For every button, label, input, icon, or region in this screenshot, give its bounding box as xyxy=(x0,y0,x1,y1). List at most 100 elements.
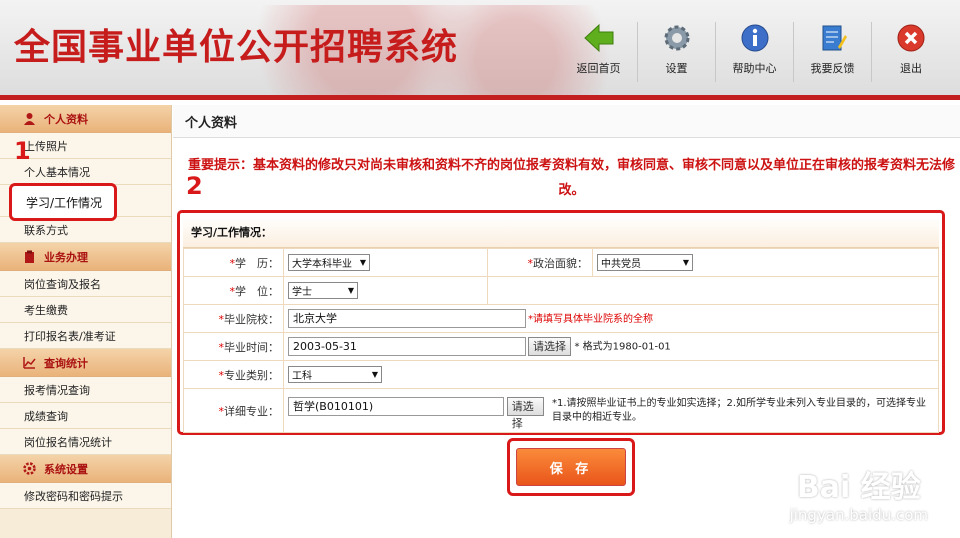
help-center-button[interactable]: 帮助中心 xyxy=(716,22,794,82)
feedback-icon xyxy=(817,22,849,54)
chevron-down-icon: ▼ xyxy=(371,370,378,379)
help-label: 帮助中心 xyxy=(732,62,777,75)
major-choose-button[interactable]: 请选择 xyxy=(506,396,544,430)
major-row: 哲学(B010101) 请选择 *1.请按照毕业证书上的专业如实选择；2.如所学… xyxy=(288,396,934,430)
info-icon xyxy=(739,22,771,54)
sidebar-item-label: 联系方式 xyxy=(24,223,68,237)
save-button[interactable]: 保 存 xyxy=(516,448,626,486)
home-button[interactable]: 返回首页 xyxy=(560,22,638,82)
degree-cell: 学士 ▼ xyxy=(283,276,488,305)
sidebar-item-application-query[interactable]: 报考情况查询 xyxy=(0,377,171,403)
table-row: *专业类别： 工科 ▼ xyxy=(183,360,939,389)
settings-button[interactable]: 设置 xyxy=(638,22,716,82)
close-icon xyxy=(895,22,927,54)
major-label: *详细专业： xyxy=(183,388,284,433)
sidebar-item-label: 考生缴费 xyxy=(24,303,68,317)
sidebar-section-business[interactable]: 业务办理 xyxy=(0,243,171,271)
sidebar-item-payment[interactable]: 考生缴费 xyxy=(0,297,171,323)
grad-time-choose-button[interactable]: 请选择 xyxy=(528,337,571,356)
person-icon xyxy=(22,112,36,126)
important-notice: 重要提示：基本资料的修改只对尚未审核和资料不齐的岗位报考资料有效，审核同意、审核… xyxy=(183,153,960,203)
chevron-down-icon: ▼ xyxy=(347,286,354,295)
sidebar-item-label: 岗位报名情况统计 xyxy=(24,435,112,449)
political-select[interactable]: 中共党员 ▼ xyxy=(597,254,693,271)
study-work-form: 学习/工作情况： *学 历： 大学本科毕业 ▼ *政治面貌： 中共党员 ▼ *学 位… xyxy=(177,210,945,435)
annotation-number-2: 2 xyxy=(186,172,203,200)
sidebar-section-system[interactable]: 系统设置 xyxy=(0,455,171,483)
school-cell: 北京大学 *请填写具体毕业院系的全称 xyxy=(283,304,939,333)
header-banner: 全国事业单位公开招聘系统 返回首页 设置 帮助中心 我要反馈 退出 xyxy=(0,0,960,100)
grad-time-label: *毕业时间： xyxy=(183,332,284,361)
top-toolbar: 返回首页 设置 帮助中心 我要反馈 退出 xyxy=(560,22,950,82)
chart-icon xyxy=(22,356,36,370)
logout-button[interactable]: 退出 xyxy=(872,22,950,82)
watermark-line2: jingyan.baidu.com xyxy=(789,506,928,524)
table-row: *详细专业： 哲学(B010101) 请选择 *1.请按照毕业证书上的专业如实选… xyxy=(183,388,939,433)
sidebar-item-label: 学习/工作情况 xyxy=(26,195,103,210)
sidebar-item-label: 个人基本情况 xyxy=(24,165,90,179)
sidebar-item-job-statistics[interactable]: 岗位报名情况统计 xyxy=(0,429,171,455)
save-highlight: 保 存 xyxy=(507,438,635,496)
empty-cell xyxy=(487,276,939,305)
grad-time-hint: * 格式为1980-01-01 xyxy=(574,341,671,353)
sidebar-section-personal[interactable]: 个人资料 xyxy=(0,105,171,133)
back-arrow-icon xyxy=(583,22,615,54)
sidebar-item-print[interactable]: 打印报名表/准考证 xyxy=(0,323,171,349)
table-row: *毕业院校： 北京大学 *请填写具体毕业院系的全称 xyxy=(183,304,939,333)
notice-text: 基本资料的修改只对尚未审核和资料不齐的岗位报考资料有效，审核同意、审核不同意以及… xyxy=(253,158,956,198)
baidu-watermark: Bai 经验 jingyan.baidu.com xyxy=(790,462,928,524)
education-value: 大学本科毕业 xyxy=(292,259,352,270)
page-title: 个人资料 xyxy=(173,105,960,138)
settings-icon xyxy=(22,462,36,476)
settings-label: 设置 xyxy=(665,62,688,75)
education-label: *学 历： xyxy=(183,248,284,277)
sidebar-item-study-work[interactable]: 学习/工作情况 xyxy=(9,183,117,221)
education-cell: 大学本科毕业 ▼ xyxy=(283,248,488,277)
category-select[interactable]: 工科 ▼ xyxy=(288,366,382,383)
degree-value: 学士 xyxy=(292,287,312,298)
sidebar-item-job-search[interactable]: 岗位查询及报名 xyxy=(0,271,171,297)
grad-time-cell: 2003-05-31 请选择 * 格式为1980-01-01 xyxy=(283,332,939,361)
sidebar-section-query[interactable]: 查询统计 xyxy=(0,349,171,377)
degree-label: *学 位： xyxy=(183,276,284,305)
political-label: *政治面貌： xyxy=(487,248,593,277)
major-input[interactable]: 哲学(B010101) xyxy=(288,396,504,416)
political-cell: 中共党员 ▼ xyxy=(592,248,939,277)
political-value: 中共党员 xyxy=(601,259,641,270)
gear-icon xyxy=(661,22,693,54)
feedback-label: 我要反馈 xyxy=(810,62,855,75)
grad-time-input[interactable]: 2003-05-31 xyxy=(288,337,526,356)
category-value: 工科 xyxy=(292,371,312,382)
sidebar-item-label: 修改密码和密码提示 xyxy=(24,489,123,503)
annotation-number-1: 1 xyxy=(14,137,31,165)
chevron-down-icon: ▼ xyxy=(359,258,366,267)
major-hint: *1.请按照毕业证书上的专业如实选择；2.如所学专业未列入专业目录的，可选择专业… xyxy=(551,397,927,423)
sidebar-section-label: 业务办理 xyxy=(44,250,88,264)
sidebar-item-change-password[interactable]: 修改密码和密码提示 xyxy=(0,483,171,509)
category-cell: 工科 ▼ xyxy=(283,360,939,389)
table-row: *毕业时间： 2003-05-31 请选择 * 格式为1980-01-01 xyxy=(183,332,939,361)
school-label: *毕业院校： xyxy=(183,304,284,333)
logout-label: 退出 xyxy=(900,62,922,75)
degree-select[interactable]: 学士 ▼ xyxy=(288,282,358,299)
sidebar-section-label: 系统设置 xyxy=(44,462,88,476)
education-select[interactable]: 大学本科毕业 ▼ xyxy=(288,254,370,271)
form-table: *学 历： 大学本科毕业 ▼ *政治面貌： 中共党员 ▼ *学 位： 学士 ▼ *毕业… xyxy=(183,248,939,433)
school-hint: *请填写具体毕业院系的全称 xyxy=(528,313,653,325)
clipboard-icon xyxy=(22,250,36,264)
sidebar-item-label: 报考情况查询 xyxy=(24,383,90,397)
watermark-line1: Bai 经验 xyxy=(796,470,921,505)
sidebar-section-label: 查询统计 xyxy=(44,356,88,370)
sidebar-item-label: 岗位查询及报名 xyxy=(24,277,101,291)
table-row: *学 历： 大学本科毕业 ▼ *政治面貌： 中共党员 ▼ xyxy=(183,248,939,277)
table-row: *学 位： 学士 ▼ xyxy=(183,276,939,305)
sidebar-item-score-query[interactable]: 成绩查询 xyxy=(0,403,171,429)
sidebar: 个人资料 上传照片 个人基本情况 联系方式 业务办理 岗位查询及报名 考生缴费 … xyxy=(0,105,172,538)
feedback-button[interactable]: 我要反馈 xyxy=(794,22,872,82)
school-input[interactable]: 北京大学 xyxy=(288,309,526,328)
chevron-down-icon: ▼ xyxy=(682,258,689,267)
home-label: 返回首页 xyxy=(576,62,621,75)
major-cell: 哲学(B010101) 请选择 *1.请按照毕业证书上的专业如实选择；2.如所学… xyxy=(283,388,939,433)
sidebar-item-label: 成绩查询 xyxy=(24,409,68,423)
notice-label: 重要提示： xyxy=(187,158,253,173)
